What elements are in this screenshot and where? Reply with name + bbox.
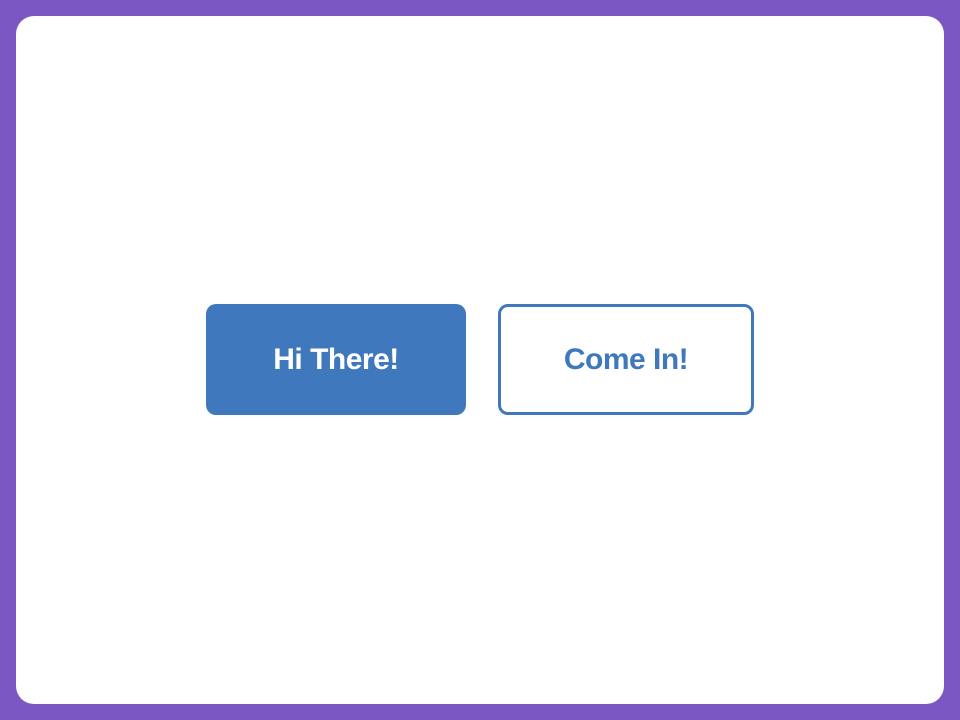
hi-there-button[interactable]: Hi There! xyxy=(206,304,466,415)
content-panel: Hi There! Come In! xyxy=(16,16,944,704)
app-frame: Hi There! Come In! xyxy=(0,0,960,720)
come-in-button[interactable]: Come In! xyxy=(498,304,754,415)
